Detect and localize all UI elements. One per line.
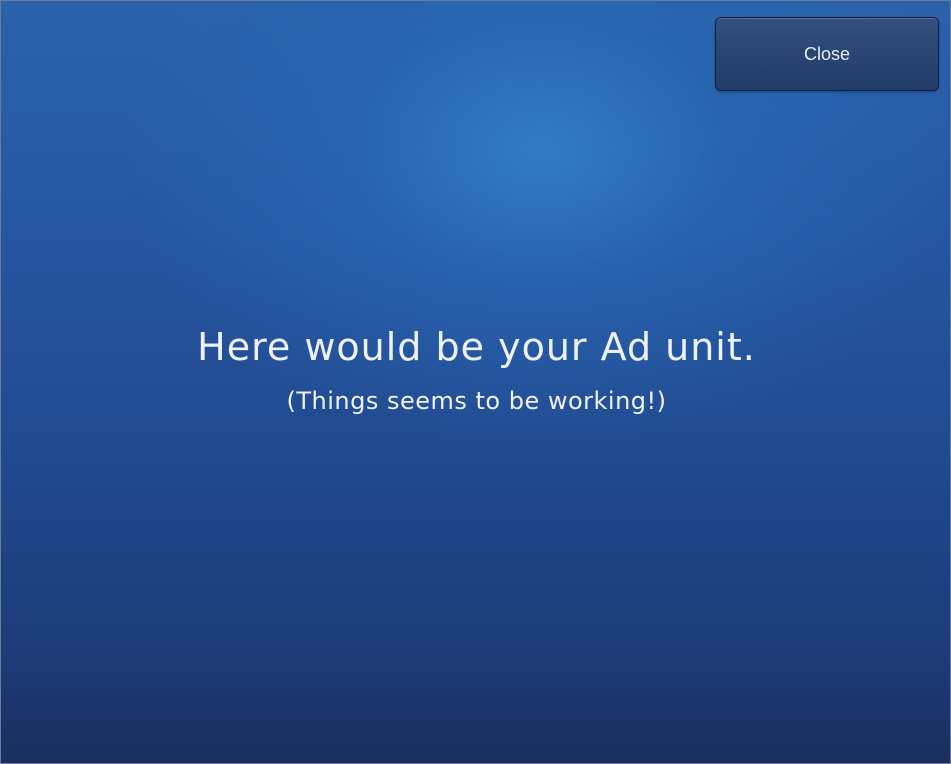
ad-subline: (Things seems to be working!) — [286, 387, 667, 415]
close-button[interactable]: Close — [715, 17, 939, 91]
ad-unit-container: Close Here would be your Ad unit. (Thing… — [0, 0, 951, 764]
ad-headline: Here would be your Ad unit. — [197, 325, 756, 369]
ad-message: Here would be your Ad unit. (Things seem… — [1, 319, 950, 419]
